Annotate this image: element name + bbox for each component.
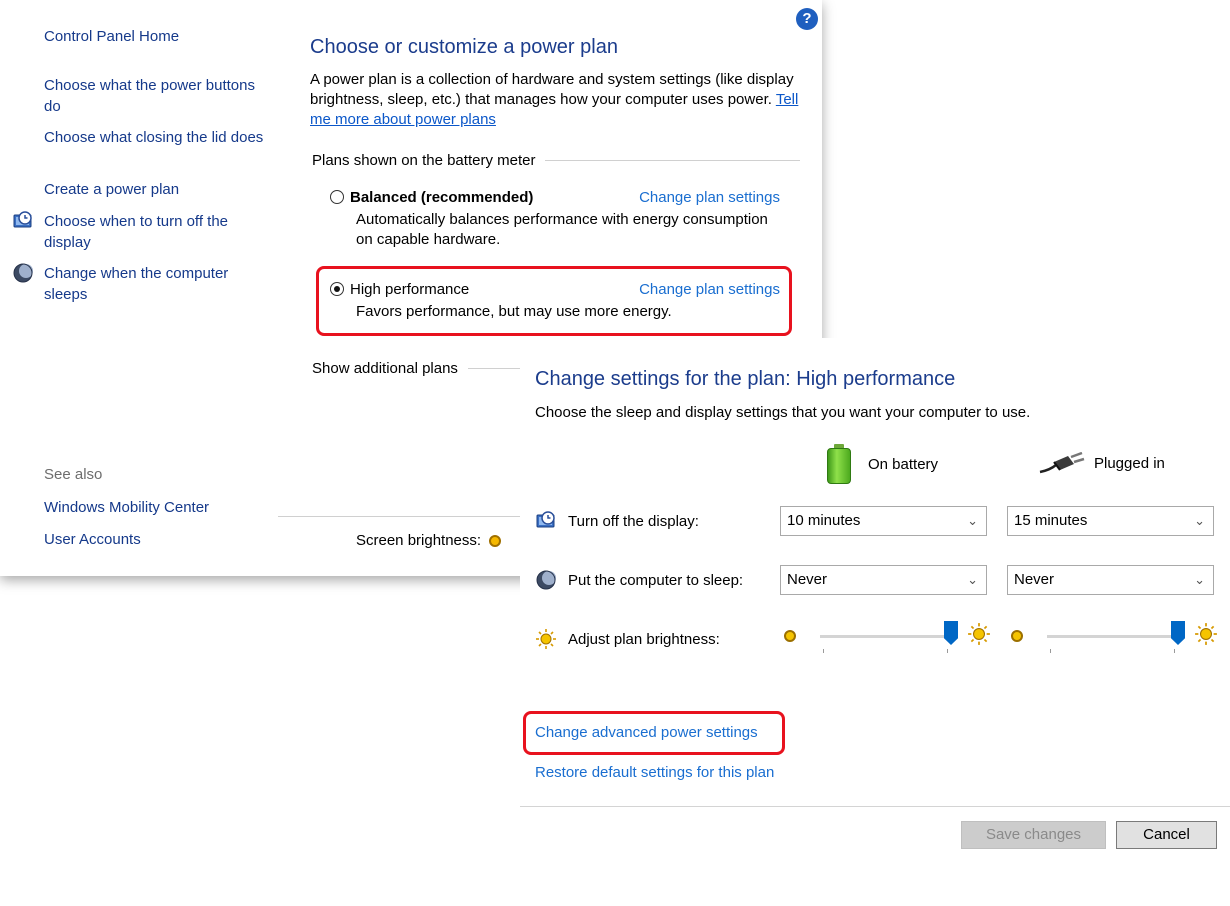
save-changes-button[interactable]: Save changes bbox=[961, 821, 1106, 849]
chevron-down-icon: ⌄ bbox=[1194, 513, 1205, 528]
display-row-label: Turn off the display: bbox=[535, 510, 699, 532]
monitor-clock-icon bbox=[536, 511, 555, 528]
brightness-low-icon bbox=[784, 630, 796, 642]
select-value: 15 minutes bbox=[1014, 512, 1088, 529]
page-description: A power plan is a collection of hardware… bbox=[310, 70, 800, 130]
plugged-brightness-slider[interactable] bbox=[1011, 621, 1218, 661]
help-icon[interactable]: ? bbox=[796, 8, 818, 30]
plan-description: Favors performance, but may use more ene… bbox=[356, 303, 672, 320]
left-pane: Control Panel Home Choose what the power… bbox=[0, 0, 270, 576]
brightness-label: Adjust plan brightness: bbox=[568, 630, 720, 648]
change-plan-settings-link[interactable]: Change plan settings bbox=[639, 189, 780, 206]
slider-tick bbox=[823, 649, 824, 653]
plan-name[interactable]: High performance bbox=[350, 281, 639, 298]
plan-high-performance: High performance Change plan settings Fa… bbox=[330, 278, 780, 322]
restore-defaults-link[interactable]: Restore default settings for this plan bbox=[535, 764, 774, 781]
select-value: Never bbox=[1014, 571, 1055, 588]
turn-off-display-link[interactable]: Choose when to turn off the display bbox=[44, 211, 264, 253]
slider-tick bbox=[1050, 649, 1051, 653]
sleep-plugged-select[interactable]: Never ⌄ bbox=[1007, 565, 1214, 595]
select-value: Never bbox=[787, 571, 828, 588]
brightness-low-icon bbox=[1011, 630, 1023, 642]
plan-settings-subtitle: Choose the sleep and display settings th… bbox=[535, 404, 1031, 421]
slider-thumb[interactable] bbox=[944, 621, 958, 645]
chevron-down-icon: ⌄ bbox=[967, 572, 978, 587]
change-plan-settings-link[interactable]: Change plan settings bbox=[639, 281, 780, 298]
page-title: Choose or customize a power plan bbox=[310, 36, 618, 58]
computer-sleeps-link[interactable]: Change when the computer sleeps bbox=[44, 263, 264, 305]
slider-track bbox=[1047, 635, 1177, 638]
monitor-clock-icon bbox=[13, 211, 32, 228]
plugged-in-label: Plugged in bbox=[1094, 454, 1165, 472]
screen-brightness-row: Screen brightness: bbox=[356, 532, 502, 549]
brightness-low-icon bbox=[489, 534, 502, 547]
additional-plans-row[interactable]: Show additional plans bbox=[312, 360, 522, 377]
description-text: A power plan is a collection of hardware… bbox=[310, 71, 794, 108]
display-label: Turn off the display: bbox=[568, 512, 699, 530]
chevron-down-icon: ⌄ bbox=[1194, 572, 1205, 587]
plug-icon bbox=[1039, 452, 1085, 474]
plan-description: Automatically balances performance with … bbox=[356, 211, 768, 248]
sun-icon bbox=[536, 629, 556, 649]
brightness-high-icon bbox=[968, 623, 990, 645]
on-battery-header: On battery bbox=[826, 444, 938, 484]
plans-group-header: Plans shown on the battery meter bbox=[312, 152, 800, 169]
advanced-power-settings-link[interactable]: Change advanced power settings bbox=[535, 724, 758, 741]
create-power-plan-link[interactable]: Create a power plan bbox=[44, 179, 264, 200]
plugged-in-header: Plugged in bbox=[1038, 452, 1165, 474]
screen-brightness-label: Screen brightness: bbox=[356, 532, 482, 549]
battery-brightness-slider[interactable] bbox=[784, 621, 991, 661]
user-accounts-link[interactable]: User Accounts bbox=[44, 529, 264, 550]
plan-name[interactable]: Balanced (recommended) bbox=[350, 189, 639, 206]
sleep-label: Put the computer to sleep: bbox=[568, 571, 744, 589]
balanced-radio[interactable] bbox=[330, 190, 344, 204]
brightness-high-icon bbox=[1195, 623, 1217, 645]
display-plugged-select[interactable]: 15 minutes ⌄ bbox=[1007, 506, 1214, 536]
battery-icon bbox=[826, 444, 852, 484]
additional-divider bbox=[467, 368, 522, 369]
sleep-row-label: Put the computer to sleep: bbox=[535, 569, 743, 591]
chevron-down-icon: ⌄ bbox=[967, 513, 978, 528]
show-additional-plans[interactable]: Show additional plans bbox=[312, 360, 458, 377]
cancel-button[interactable]: Cancel bbox=[1116, 821, 1217, 849]
slider-track bbox=[820, 635, 950, 638]
see-also-heading: See also bbox=[44, 466, 103, 483]
group-divider bbox=[545, 160, 800, 161]
control-panel-home-link[interactable]: Control Panel Home bbox=[44, 26, 264, 47]
on-battery-label: On battery bbox=[868, 455, 939, 473]
slider-thumb[interactable] bbox=[1171, 621, 1185, 645]
power-buttons-link[interactable]: Choose what the power buttons do bbox=[44, 75, 264, 117]
high-performance-radio[interactable] bbox=[330, 282, 344, 296]
bottom-divider bbox=[278, 516, 528, 517]
moon-icon bbox=[536, 570, 556, 590]
moon-icon bbox=[13, 263, 33, 283]
select-value: 10 minutes bbox=[787, 512, 861, 529]
slider-tick bbox=[947, 649, 948, 653]
edit-plan-settings-window: Change settings for the plan: High perfo… bbox=[520, 338, 1230, 906]
closing-lid-link[interactable]: Choose what closing the lid does bbox=[44, 127, 264, 148]
group-label: Plans shown on the battery meter bbox=[312, 152, 536, 169]
mobility-center-link[interactable]: Windows Mobility Center bbox=[44, 497, 264, 518]
display-battery-select[interactable]: 10 minutes ⌄ bbox=[780, 506, 987, 536]
sleep-battery-select[interactable]: Never ⌄ bbox=[780, 565, 987, 595]
footer-divider bbox=[520, 806, 1230, 807]
brightness-row-label: Adjust plan brightness: bbox=[535, 628, 720, 650]
slider-tick bbox=[1174, 649, 1175, 653]
plan-settings-title: Change settings for the plan: High perfo… bbox=[535, 368, 956, 390]
plan-balanced: Balanced (recommended) Change plan setti… bbox=[330, 186, 780, 250]
